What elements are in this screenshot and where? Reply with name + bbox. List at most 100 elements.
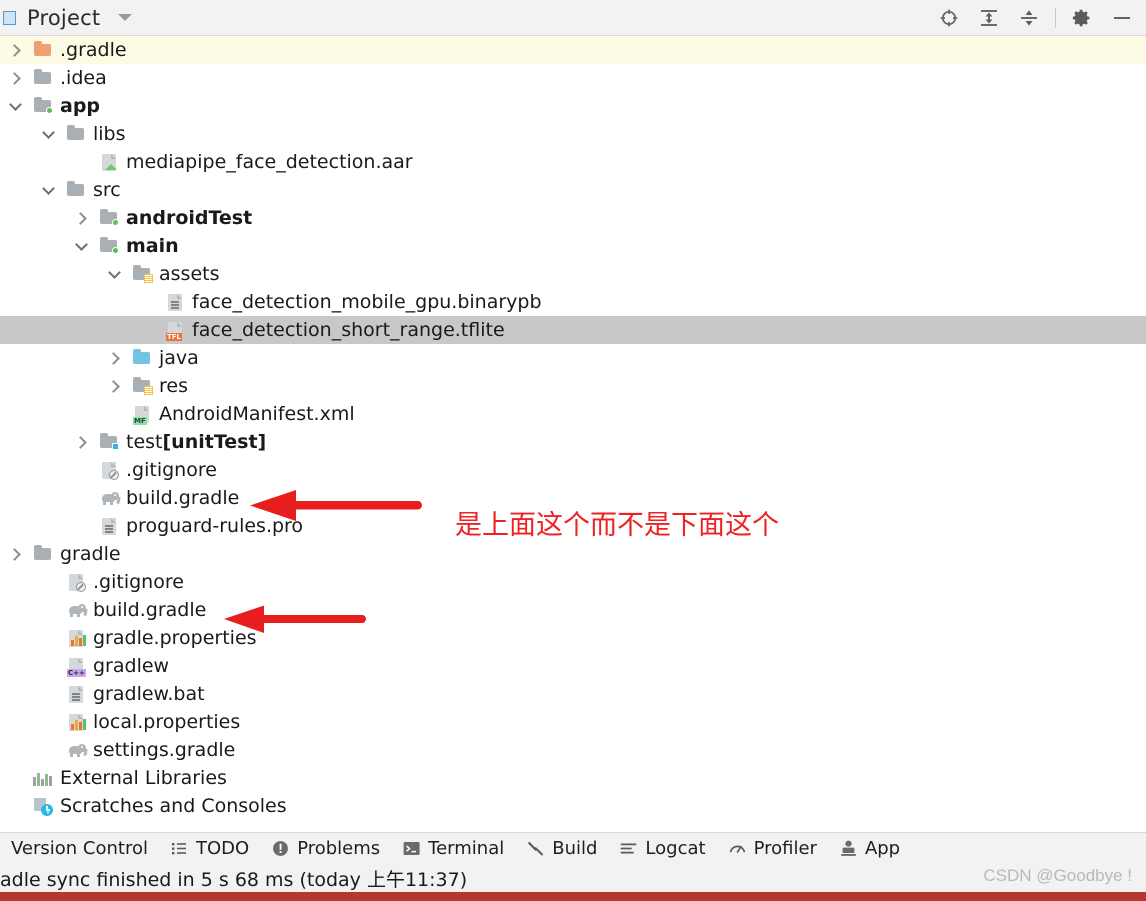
app-inspection-icon <box>839 839 858 858</box>
arrow-to-project-build-gradle <box>224 605 366 633</box>
tree-row[interactable]: src <box>0 176 1146 204</box>
chevron-right-icon[interactable] <box>6 69 24 87</box>
tree-row-label: java <box>159 347 199 369</box>
chevron-right-icon[interactable] <box>105 377 123 395</box>
tree-row[interactable]: MF AndroidManifest.xml <box>0 400 1146 428</box>
lines-icon <box>619 839 638 858</box>
tree-row[interactable]: .gitignore <box>0 568 1146 596</box>
gauge-icon <box>728 839 747 858</box>
chevron-down-icon[interactable] <box>39 181 57 199</box>
module-folder-icon <box>98 208 120 228</box>
tree-row-label: External Libraries <box>60 767 227 789</box>
tree-row-label: settings.gradle <box>93 739 236 761</box>
tool-window-button-label: Terminal <box>428 838 505 859</box>
tool-window-button-todo[interactable]: TODO <box>159 833 260 864</box>
hammer-icon <box>526 839 545 858</box>
tree-row[interactable]: TFL face_detection_short_range.tflite <box>0 316 1146 344</box>
tree-row-label: test <box>126 431 163 453</box>
folder-icon <box>65 124 87 144</box>
chevron-down-icon[interactable] <box>6 97 24 115</box>
tree-row[interactable]: res <box>0 372 1146 400</box>
status-bar: adle sync finished in 5 s 68 ms (today 上… <box>0 864 1146 892</box>
tree-row[interactable]: .gradle <box>0 36 1146 64</box>
expand-all-icon[interactable] <box>969 1 1009 35</box>
minimize-icon[interactable] <box>1102 1 1142 35</box>
tree-row[interactable]: face_detection_mobile_gpu.binarypb <box>0 288 1146 316</box>
tree-row-label: local.properties <box>93 711 241 733</box>
source-folder-icon <box>131 348 153 368</box>
tree-row-label: src <box>93 179 121 201</box>
tree-row[interactable]: .gitignore <box>0 456 1146 484</box>
tree-row-label: .idea <box>60 67 107 89</box>
tree-row[interactable]: gradle <box>0 540 1146 568</box>
tool-window-button-build[interactable]: Build <box>515 833 608 864</box>
tool-window-button-version-control[interactable]: Version Control <box>0 833 159 864</box>
test-folder-icon <box>98 432 120 452</box>
chevron-down-icon[interactable] <box>72 237 90 255</box>
tool-window-button-label: TODO <box>195 838 250 859</box>
chevron-right-icon[interactable] <box>6 41 24 59</box>
tree-row[interactable]: settings.gradle <box>0 736 1146 764</box>
tree-row-label: face_detection_short_range.tflite <box>192 319 505 341</box>
tool-window-button-label: Version Control <box>11 838 148 859</box>
tool-window-button-label: Logcat <box>645 838 706 859</box>
tree-row[interactable]: .idea <box>0 64 1146 92</box>
tree-row-label: .gradle <box>60 39 127 61</box>
collapse-all-icon[interactable] <box>1009 1 1049 35</box>
tree-row[interactable]: java <box>0 344 1146 372</box>
tree-row[interactable]: gradle.properties <box>0 624 1146 652</box>
chevron-right-icon[interactable] <box>105 349 123 367</box>
tree-row[interactable]: build.gradle <box>0 596 1146 624</box>
tree-row[interactable]: libs <box>0 120 1146 148</box>
tree-row[interactable]: main <box>0 232 1146 260</box>
module-folder-icon <box>32 96 54 116</box>
tree-row-label: gradle <box>60 543 121 565</box>
gear-icon[interactable] <box>1062 1 1102 35</box>
file-icon <box>164 292 186 312</box>
tool-window-button-profiler[interactable]: Profiler <box>717 833 828 864</box>
status-message: adle sync finished in 5 s 68 ms (today 上… <box>0 868 468 891</box>
properties-file-icon <box>65 628 87 648</box>
chevron-down-icon[interactable] <box>118 14 133 21</box>
tree-row[interactable]: C++ gradlew <box>0 652 1146 680</box>
gitignore-file-icon <box>98 460 120 480</box>
tree-row[interactable]: app <box>0 92 1146 120</box>
tree-row[interactable]: Scratches and Consoles <box>0 792 1146 820</box>
tree-row[interactable]: local.properties <box>0 708 1146 736</box>
tool-window-button-problems[interactable]: Problems <box>260 833 391 864</box>
tool-window-button-label: Build <box>552 838 598 859</box>
tree-row[interactable]: assets <box>0 260 1146 288</box>
chevron-right-icon[interactable] <box>72 433 90 451</box>
list-icon <box>170 839 189 858</box>
tool-window-button-terminal[interactable]: Terminal <box>391 833 515 864</box>
chevron-right-icon[interactable] <box>6 545 24 563</box>
tree-row[interactable]: mediapipe_face_detection.aar <box>0 148 1146 176</box>
locate-icon[interactable] <box>929 1 969 35</box>
tree-row[interactable]: gradlew.bat <box>0 680 1146 708</box>
tree-row[interactable]: test [unitTest] <box>0 428 1146 456</box>
tool-window-button-app[interactable]: App <box>828 833 911 864</box>
chevron-down-icon[interactable] <box>105 265 123 283</box>
tool-window-button-logcat[interactable]: Logcat <box>608 833 716 864</box>
chevron-right-icon[interactable] <box>72 209 90 227</box>
chevron-down-icon[interactable] <box>39 125 57 143</box>
project-header-left[interactable]: Project <box>0 6 133 30</box>
tree-row[interactable]: androidTest <box>0 204 1146 232</box>
gitignore-file-icon <box>65 572 87 592</box>
project-window-icon <box>2 10 18 26</box>
module-folder-icon <box>98 236 120 256</box>
tool-window-bar[interactable]: Version Control TODO Problems Terminal Build… <box>0 832 1146 864</box>
project-tree[interactable]: .gradle .idea app libs mediapipe_face_detect… <box>0 36 1146 832</box>
tree-row[interactable]: External Libraries <box>0 764 1146 792</box>
